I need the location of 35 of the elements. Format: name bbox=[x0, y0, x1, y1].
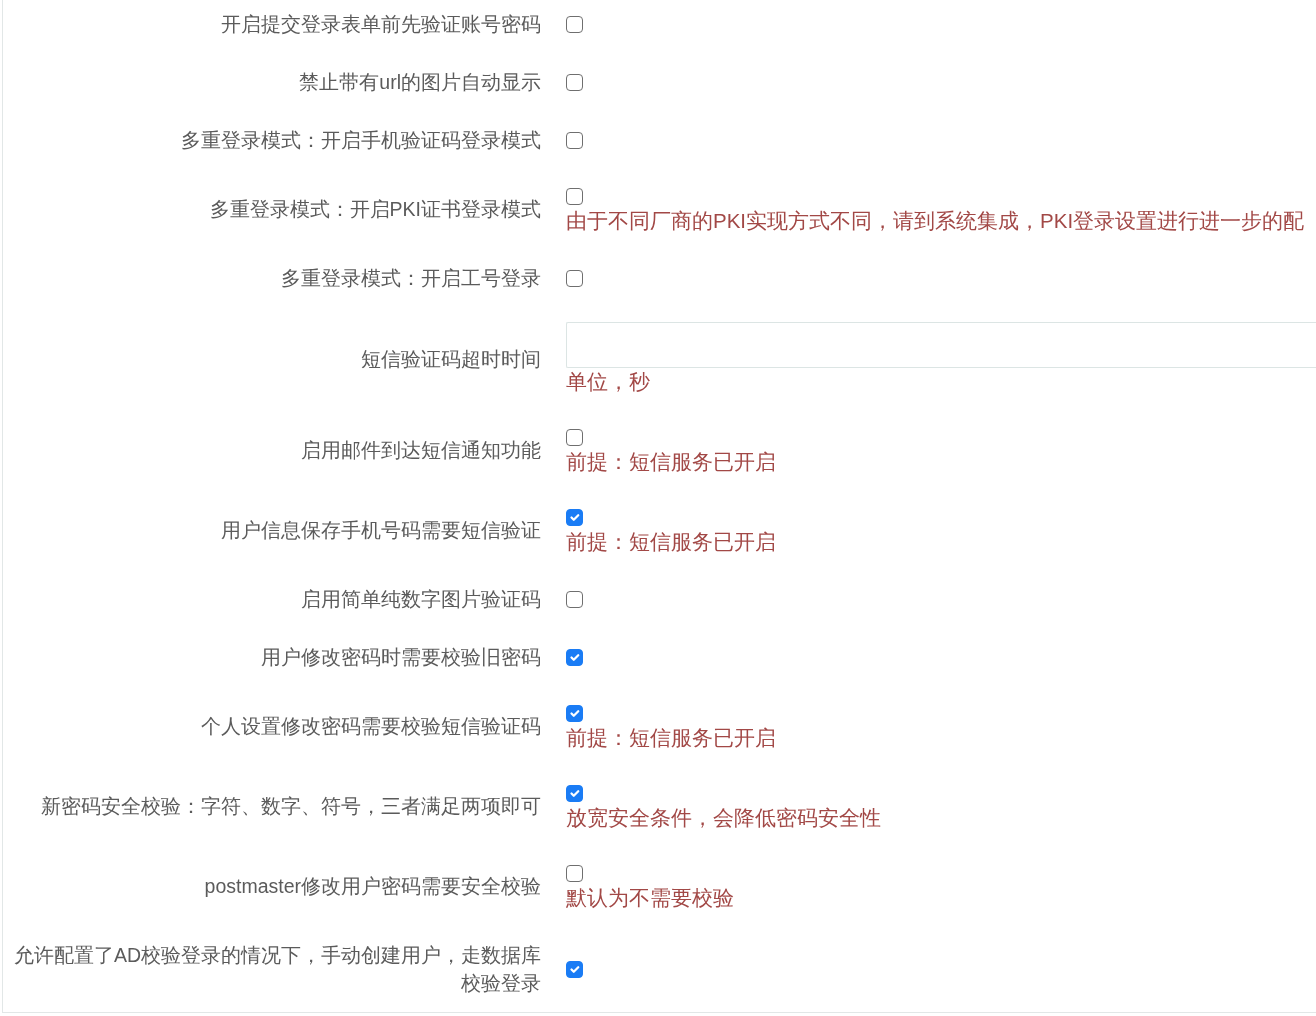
setting-label: 短信验证码超时时间 bbox=[360, 346, 541, 372]
setting-label: 开启提交登录表单前先验证账号密码 bbox=[220, 12, 541, 37]
help-text: 前提：短信服务已开启 bbox=[566, 725, 777, 751]
checkbox[interactable] bbox=[566, 960, 583, 978]
checkbox[interactable] bbox=[566, 509, 583, 526]
checkbox[interactable] bbox=[566, 648, 583, 666]
setting-label: 禁止带有url的图片自动显示 bbox=[298, 70, 541, 95]
setting-label: 多重登录模式：开启工号登录 bbox=[280, 266, 541, 291]
setting-label: 多重登录模式：开启PKI证书登录模式 bbox=[208, 197, 541, 222]
setting-label: postmaster修改用户密码需要安全校验 bbox=[203, 874, 541, 899]
checkbox[interactable] bbox=[566, 15, 583, 33]
setting-label: 用户修改密码时需要校验旧密码 bbox=[260, 645, 541, 670]
checkbox[interactable] bbox=[566, 429, 583, 446]
input-field[interactable] bbox=[566, 322, 1316, 368]
help-text: 放宽安全条件，会降低密码安全性 bbox=[566, 805, 882, 831]
help-text: 单位，秒 bbox=[566, 369, 651, 395]
setting-label: 个人设置修改密码需要校验短信验证码 bbox=[200, 714, 541, 739]
help-text: 前提：短信服务已开启 bbox=[566, 529, 777, 555]
setting-label: 启用邮件到达短信通知功能 bbox=[300, 438, 541, 463]
checkbox[interactable] bbox=[566, 269, 583, 287]
checkbox[interactable] bbox=[566, 590, 583, 608]
checkbox[interactable] bbox=[566, 73, 583, 91]
checkbox[interactable] bbox=[566, 131, 583, 149]
checkbox[interactable] bbox=[566, 188, 583, 205]
help-text: 前提：短信服务已开启 bbox=[566, 449, 777, 475]
checkbox[interactable] bbox=[566, 785, 583, 802]
setting-label: 启用简单纯数字图片验证码 bbox=[300, 587, 541, 612]
setting-label: 允许配置了AD校验登录的情况下，手动创建用户，走数据库校验登录 bbox=[12, 943, 541, 996]
setting-label: 多重登录模式：开启手机验证码登录模式 bbox=[180, 128, 541, 153]
checkbox[interactable] bbox=[566, 865, 583, 882]
setting-label: 新密码安全校验：字符、数字、符号，三者满足两项即可 bbox=[40, 794, 541, 819]
help-text: 由于不同厂商的PKI实现方式不同，请到系统集成，PKI登录设置进行进一步的配 bbox=[566, 208, 1306, 234]
setting-label: 用户信息保存手机号码需要短信验证 bbox=[220, 518, 541, 543]
checkbox[interactable] bbox=[566, 705, 583, 722]
help-text: 默认为不需要校验 bbox=[566, 885, 735, 911]
